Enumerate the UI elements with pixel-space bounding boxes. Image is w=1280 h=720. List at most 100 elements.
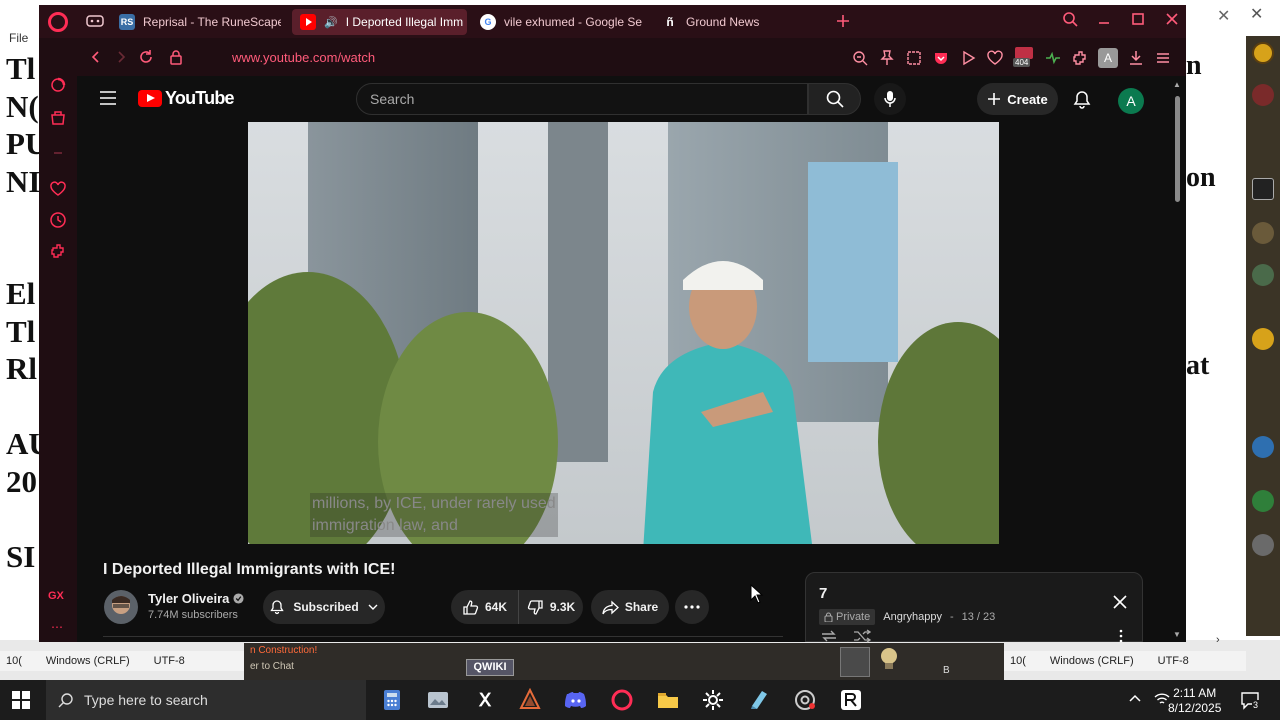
sidebar-heart-icon[interactable] <box>49 180 67 198</box>
chrome-icon[interactable] <box>793 688 817 712</box>
channel-avatar[interactable] <box>104 590 138 624</box>
game-xp-orb-icon[interactable] <box>1252 42 1274 64</box>
profile-icon[interactable]: A <box>1098 48 1118 68</box>
new-tab-plus-icon[interactable] <box>835 13 851 29</box>
calculator-icon[interactable] <box>380 688 404 712</box>
notifications-bell-icon[interactable] <box>1071 90 1093 110</box>
pin-icon[interactable] <box>878 49 896 67</box>
tab-search-icon[interactable] <box>1062 11 1078 27</box>
player-icon[interactable] <box>959 49 977 67</box>
tab-youtube-active[interactable]: 🔊 I Deported Illegal Imm <box>292 9 467 35</box>
tab-runescape[interactable]: RS Reprisal - The RuneScape <box>111 9 281 35</box>
subscribed-button[interactable]: Subscribed <box>263 590 385 624</box>
close-icon[interactable] <box>1164 11 1180 27</box>
shuffle-icon[interactable] <box>853 629 871 643</box>
sidebar-history-icon[interactable] <box>49 211 67 229</box>
playlist-owner[interactable]: Angryhappy <box>883 611 942 623</box>
game-inventory-slot[interactable] <box>840 647 870 677</box>
zoom-out-icon[interactable] <box>851 49 869 67</box>
status-eol[interactable]: Windows (CRLF) <box>46 655 130 667</box>
qwiki-button[interactable]: QWIKI <box>466 659 514 676</box>
bookmark-heart-icon[interactable] <box>986 49 1004 67</box>
extension-404-icon[interactable]: 404 <box>1013 47 1035 69</box>
status-encoding[interactable]: UTF-8 <box>1158 655 1189 667</box>
settings-gear-icon[interactable] <box>701 688 725 712</box>
account-avatar[interactable]: A <box>1118 88 1144 114</box>
taskbar-clock[interactable]: 2:11 AM 8/12/2025 <box>1168 686 1221 716</box>
pocket-icon[interactable] <box>932 49 950 67</box>
playlist-title[interactable]: 7 <box>819 585 827 602</box>
share-button[interactable]: Share <box>591 590 669 624</box>
channel-name[interactable]: Tyler Oliveira <box>148 591 244 606</box>
youtube-header: YouTube Create A <box>77 76 1186 122</box>
game-prayer-orb-icon[interactable] <box>1252 84 1274 106</box>
notification-center-button[interactable]: 3 <box>1240 690 1260 710</box>
loop-icon[interactable] <box>820 629 838 643</box>
game-special-orb-icon[interactable] <box>1252 328 1274 350</box>
status-encoding[interactable]: UTF-8 <box>154 655 185 667</box>
game-skills-icon[interactable] <box>1252 490 1274 512</box>
xbox-icon[interactable]: Ⅹ <box>473 688 497 712</box>
runelite-icon[interactable] <box>839 688 863 712</box>
lock-icon[interactable] <box>167 48 185 66</box>
windows-start-icon[interactable] <box>12 691 30 709</box>
game-run-orb-icon[interactable] <box>1252 264 1274 286</box>
download-icon[interactable] <box>1127 49 1145 67</box>
bg-file-menu[interactable]: File <box>9 31 28 45</box>
menu-icon[interactable] <box>1154 49 1172 67</box>
game-lightbulb-icon[interactable] <box>876 645 902 675</box>
sidebar-extensions-icon[interactable] <box>49 242 67 260</box>
bg-close-icon[interactable]: ✕ <box>1217 6 1230 26</box>
speaker-icon[interactable]: 🔊 <box>324 16 338 29</box>
bg-scroll-right-icon[interactable]: › <box>1216 634 1220 646</box>
maximize-icon[interactable] <box>1130 11 1146 27</box>
sidebar-shop-icon[interactable] <box>49 108 67 126</box>
extensions-puzzle-icon[interactable] <box>1071 49 1089 67</box>
snapshot-icon[interactable] <box>905 49 923 67</box>
playlist-close-icon[interactable] <box>1111 593 1129 611</box>
sidebar-aria-icon[interactable] <box>49 76 67 94</box>
minimize-icon[interactable] <box>1096 11 1112 27</box>
discord-icon[interactable] <box>564 688 588 712</box>
opera-logo-icon[interactable] <box>48 12 68 32</box>
gamepad-icon[interactable] <box>86 14 104 28</box>
bg-right-close-icon[interactable]: ✕ <box>1250 4 1263 24</box>
like-button[interactable]: 64K <box>451 590 519 624</box>
reload-icon[interactable] <box>137 48 155 66</box>
create-button[interactable]: Create <box>977 83 1058 115</box>
game-settings-icon[interactable] <box>1252 534 1274 556</box>
page-scrollbar[interactable]: ▲ ▼ <box>1173 80 1182 640</box>
back-icon[interactable] <box>87 48 105 66</box>
sidebar-more-icon[interactable]: ⋯ <box>51 620 63 634</box>
status-eol[interactable]: Windows (CRLF) <box>1050 655 1134 667</box>
tray-chevron-up-icon[interactable] <box>1128 692 1142 706</box>
game-chat-input-hint[interactable]: er to Chat <box>250 661 294 672</box>
tab-google[interactable]: G vile exhumed - Google Se <box>472 9 642 35</box>
extension-green-icon[interactable] <box>1044 49 1062 67</box>
voice-search-button[interactable] <box>874 83 906 115</box>
notepad-icon[interactable] <box>747 688 771 712</box>
youtube-logo[interactable]: YouTube <box>138 88 235 109</box>
playlist-menu-icon[interactable] <box>1118 629 1124 643</box>
sidebar-gx-icon[interactable]: GX <box>48 590 64 602</box>
game-map-icon[interactable] <box>1252 178 1274 200</box>
scroll-up-icon[interactable]: ▲ <box>1173 80 1181 89</box>
scroll-down-icon[interactable]: ▼ <box>1173 630 1181 639</box>
game-magic-icon[interactable] <box>1252 436 1274 458</box>
file-explorer-icon[interactable] <box>656 688 680 712</box>
game-compass-icon[interactable] <box>1252 222 1274 244</box>
scrollbar-thumb[interactable] <box>1175 96 1180 202</box>
url-field[interactable]: www.youtube.com/watch <box>232 50 375 65</box>
photos-app-icon[interactable] <box>426 688 450 712</box>
forward-icon[interactable] <box>112 48 130 66</box>
opera-gx-taskbar-icon[interactable] <box>610 688 634 712</box>
hamburger-menu-icon[interactable] <box>99 90 117 106</box>
search-input[interactable] <box>357 84 807 114</box>
dislike-button[interactable]: 9.3K <box>519 590 583 624</box>
affinity-app-icon[interactable] <box>518 688 542 712</box>
taskbar-search[interactable]: Type here to search <box>46 680 366 720</box>
tab-ground-news[interactable]: ñ Ground News <box>654 9 824 35</box>
more-actions-button[interactable] <box>675 590 709 624</box>
video-player[interactable]: millions, by ICE, under rarely used immi… <box>248 122 999 544</box>
search-button[interactable] <box>808 83 861 115</box>
